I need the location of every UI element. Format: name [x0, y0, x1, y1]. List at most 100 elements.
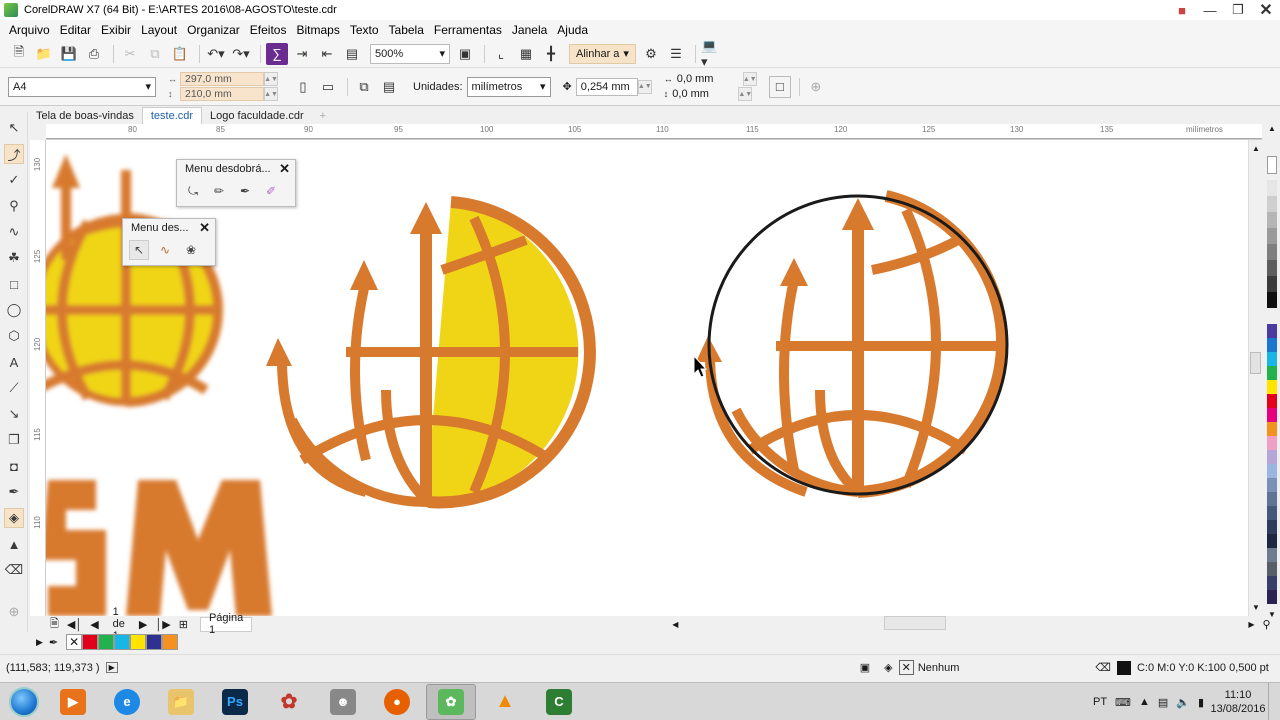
cut-icon[interactable]: ✂ [119, 43, 141, 65]
scroll-down-icon[interactable]: ▼ [1252, 603, 1260, 612]
connector-tool-icon[interactable]: ↘ [4, 404, 24, 424]
show-guidelines-icon[interactable]: ╋ [540, 43, 562, 65]
tab-teste[interactable]: teste.cdr [141, 107, 203, 124]
add-page-icon[interactable]: ⊞ [175, 618, 192, 631]
swatch-dark-navy[interactable] [1267, 520, 1277, 534]
eyedropper-icon[interactable]: ✒ [4, 482, 24, 502]
swatch-magenta[interactable] [1267, 408, 1277, 422]
crop-tool-icon[interactable]: ✓ [4, 170, 24, 190]
menu-editar[interactable]: Editar [55, 23, 96, 37]
dup-y-spinner[interactable]: ▲▼ [738, 87, 753, 101]
swatch-orange[interactable] [1267, 422, 1277, 436]
swatch-deep-purple[interactable] [1267, 590, 1277, 604]
tab-welcome[interactable]: Tela de boas-vindas [28, 107, 142, 124]
close-button[interactable]: ✕ [1252, 0, 1280, 20]
menu-ferramentas[interactable]: Ferramentas [429, 23, 507, 37]
freehand-tool-icon[interactable]: ∿ [4, 222, 24, 242]
doc-swatch-orange[interactable] [162, 634, 179, 650]
swatch-slate[interactable] [1267, 492, 1277, 506]
drawing-canvas[interactable]: Menu desdobrá... ✕ ⤿ ✏ ✒ ✐ Menu des... ✕… [46, 140, 1262, 616]
swatch-blue[interactable] [1267, 338, 1277, 352]
taskbar-coreldraw[interactable]: ✿ [426, 683, 476, 720]
smart-fill-icon[interactable]: ☘ [4, 248, 24, 268]
taskbar-file-explorer[interactable]: 📁 [156, 684, 206, 720]
new-document-icon[interactable]: 🗎 [8, 43, 30, 65]
horizontal-scroll-thumb[interactable] [884, 616, 946, 630]
text-tool-icon[interactable]: A [4, 352, 24, 372]
taskbar-media-player[interactable]: ▶ [48, 684, 98, 720]
print-icon[interactable]: ⎙ [83, 43, 105, 65]
menu-tabela[interactable]: Tabela [384, 23, 429, 37]
import-icon[interactable]: ⇥ [291, 43, 313, 65]
export-icon[interactable]: ⇤ [316, 43, 338, 65]
tab-logo-faculdade[interactable]: Logo faculdade.cdr [202, 107, 312, 124]
save-icon[interactable]: 💾 [58, 43, 80, 65]
options-icon[interactable]: ⚙ [640, 43, 662, 65]
tray-expand-icon[interactable]: ▲ [1139, 696, 1150, 708]
vertical-ruler[interactable]: 130 125 120 115 110 [30, 140, 46, 616]
paste-icon[interactable]: 📋 [169, 43, 191, 65]
smear-icon[interactable]: ❀ [181, 240, 201, 260]
snap-to-button[interactable]: Alinhar a ▾ [569, 43, 636, 64]
keyboard-icon[interactable]: ⌨ [1115, 696, 1131, 709]
filled-globe[interactable] [266, 196, 596, 509]
minimize-button[interactable]: — [1196, 0, 1224, 20]
full-screen-icon[interactable]: ▣ [454, 43, 476, 65]
scroll-left-icon[interactable]: ◀ [672, 620, 678, 629]
redo-icon[interactable]: ↷▾ [230, 43, 252, 65]
swatch-gray-blue[interactable] [1267, 548, 1277, 562]
scroll-right-icon[interactable]: ▶ [1248, 620, 1254, 629]
swatch-purple[interactable] [1267, 324, 1277, 338]
quick-customize-icon[interactable]: ⊕ [805, 76, 827, 98]
drop-shadow-icon[interactable]: ❐ [4, 430, 24, 450]
menu-efeitos[interactable]: Efeitos [245, 23, 292, 37]
taskbar-firefox[interactable]: ● [372, 684, 422, 720]
current-page-icon[interactable]: ▤ [378, 76, 400, 98]
menu-layout[interactable]: Layout [136, 23, 182, 37]
next-page-icon[interactable]: ▶ [135, 618, 151, 631]
swatch-gray-4[interactable] [1267, 228, 1277, 244]
width-spinner[interactable]: ▲▼ [264, 72, 278, 86]
scroll-thumb[interactable] [1250, 352, 1261, 374]
duplicate-y-field[interactable]: 0,0 mm [668, 87, 738, 101]
clock[interactable]: 11:10 13/08/2016 [1208, 688, 1268, 716]
menu-arquivo[interactable]: Arquivo [4, 23, 55, 37]
scroll-up-icon[interactable]: ▲ [1252, 144, 1260, 153]
parallel-dimension-icon[interactable]: ⟋ [4, 378, 24, 398]
polygon-tool-icon[interactable]: ⬡ [4, 326, 24, 346]
doc-swatch-green[interactable] [98, 634, 115, 650]
horizontal-ruler[interactable]: 80 85 90 95 100 105 110 115 120 125 130 … [46, 124, 1262, 140]
menu-exibir[interactable]: Exibir [96, 23, 136, 37]
swatch-indigo[interactable] [1267, 576, 1277, 590]
dup-x-spinner[interactable]: ▲▼ [742, 72, 757, 86]
swatch-gray-7[interactable] [1267, 276, 1277, 292]
doc-swatch-blue[interactable] [146, 634, 163, 650]
palette-expand-icon[interactable]: ▶ [36, 637, 43, 648]
zoom-level-select[interactable]: 500% ▾ [370, 43, 450, 64]
play-icon[interactable]: ▶ [105, 662, 118, 673]
smooth-icon[interactable]: ∿ [155, 240, 175, 260]
volume-icon[interactable]: 🔈 [1176, 696, 1190, 709]
nudge-distance-field[interactable]: 0,254 mm [575, 77, 638, 96]
previous-page-icon[interactable]: ◀ [86, 618, 102, 631]
taskbar-corel-capture[interactable]: C [534, 684, 584, 720]
shape-tool-icon[interactable]: ⤴ [4, 144, 24, 164]
language-indicator[interactable]: PT [1093, 696, 1107, 708]
swatch-navy[interactable] [1267, 506, 1277, 520]
application-launcher-icon[interactable]: ☰ [665, 43, 687, 65]
menu-texto[interactable]: Texto [345, 23, 384, 37]
swatch-black[interactable] [1267, 292, 1277, 308]
document-info-icon[interactable]: ▣ [860, 661, 870, 674]
portrait-icon[interactable]: ▯ [292, 76, 314, 98]
open-folder-icon[interactable]: 📁 [33, 43, 55, 65]
network-icon[interactable]: ▤ [1158, 696, 1168, 709]
new-tab-icon[interactable]: + [312, 107, 334, 124]
page-size-select[interactable]: A4 ▾ [8, 76, 156, 97]
taskbar-cat-app[interactable]: ☻ [318, 684, 368, 720]
interactive-fill-icon[interactable]: ◈ [4, 508, 24, 528]
swatch-gray-2[interactable] [1267, 196, 1277, 212]
swatch-gray-5[interactable] [1267, 244, 1277, 260]
swatch-steel[interactable] [1267, 478, 1277, 492]
last-page-icon[interactable]: │▶ [151, 618, 174, 631]
close-icon[interactable]: ✕ [279, 161, 290, 177]
